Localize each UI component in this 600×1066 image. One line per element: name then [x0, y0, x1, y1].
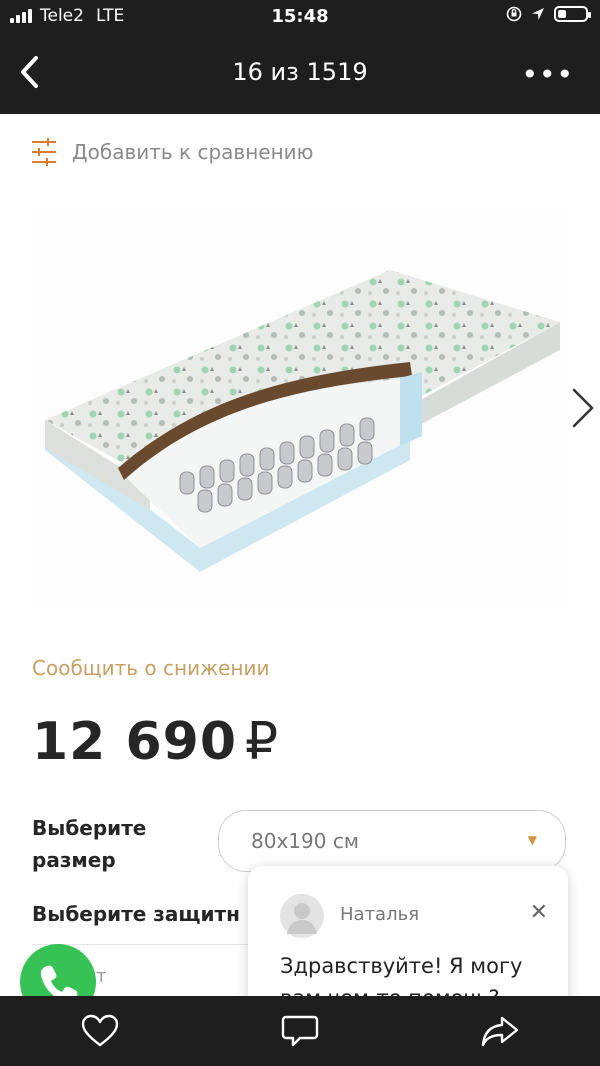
- avatar: [280, 894, 324, 938]
- product-image[interactable]: [30, 210, 570, 610]
- add-to-compare-button[interactable]: Добавить к сравнению: [30, 136, 314, 168]
- share-icon[interactable]: [480, 1014, 520, 1048]
- nav-bar: 16 из 1519 •••: [0, 34, 600, 114]
- size-select-value: 80x190 см: [251, 829, 359, 853]
- product-price: 12 690 ₽: [32, 712, 279, 772]
- currency-symbol: ₽: [245, 712, 280, 772]
- compare-label: Добавить к сравнению: [72, 140, 314, 164]
- size-select[interactable]: 80x190 см ▼: [218, 810, 566, 872]
- compare-sliders-icon: [32, 138, 56, 166]
- more-dots-icon[interactable]: •••: [521, 58, 574, 91]
- page-counter-title: 16 из 1519: [232, 58, 368, 86]
- bottom-bar: [0, 996, 600, 1066]
- next-arrow-icon[interactable]: [566, 384, 600, 432]
- status-right: [506, 6, 591, 22]
- price-value: 12 690: [32, 712, 238, 772]
- battery-icon: [554, 6, 591, 22]
- heart-icon[interactable]: [80, 1014, 120, 1048]
- size-label: Выберите размер: [32, 816, 147, 872]
- location-icon: [532, 8, 544, 20]
- orientation-lock-icon: [506, 6, 522, 22]
- protection-label: Выберите защитн: [32, 902, 240, 926]
- caret-down-icon: ▼: [527, 833, 537, 847]
- mattress-image: [45, 270, 560, 572]
- notify-price-drop-link[interactable]: Сообщить о снижении: [32, 656, 269, 680]
- status-bar: Tele2 LTE 15:48: [0, 0, 600, 34]
- chat-agent-name: Наталья: [340, 904, 420, 925]
- chat-bubble-icon[interactable]: [280, 1014, 320, 1048]
- partial-text: т: [96, 966, 107, 987]
- close-icon[interactable]: ✕: [530, 900, 548, 925]
- user-placeholder-icon: [287, 903, 317, 934]
